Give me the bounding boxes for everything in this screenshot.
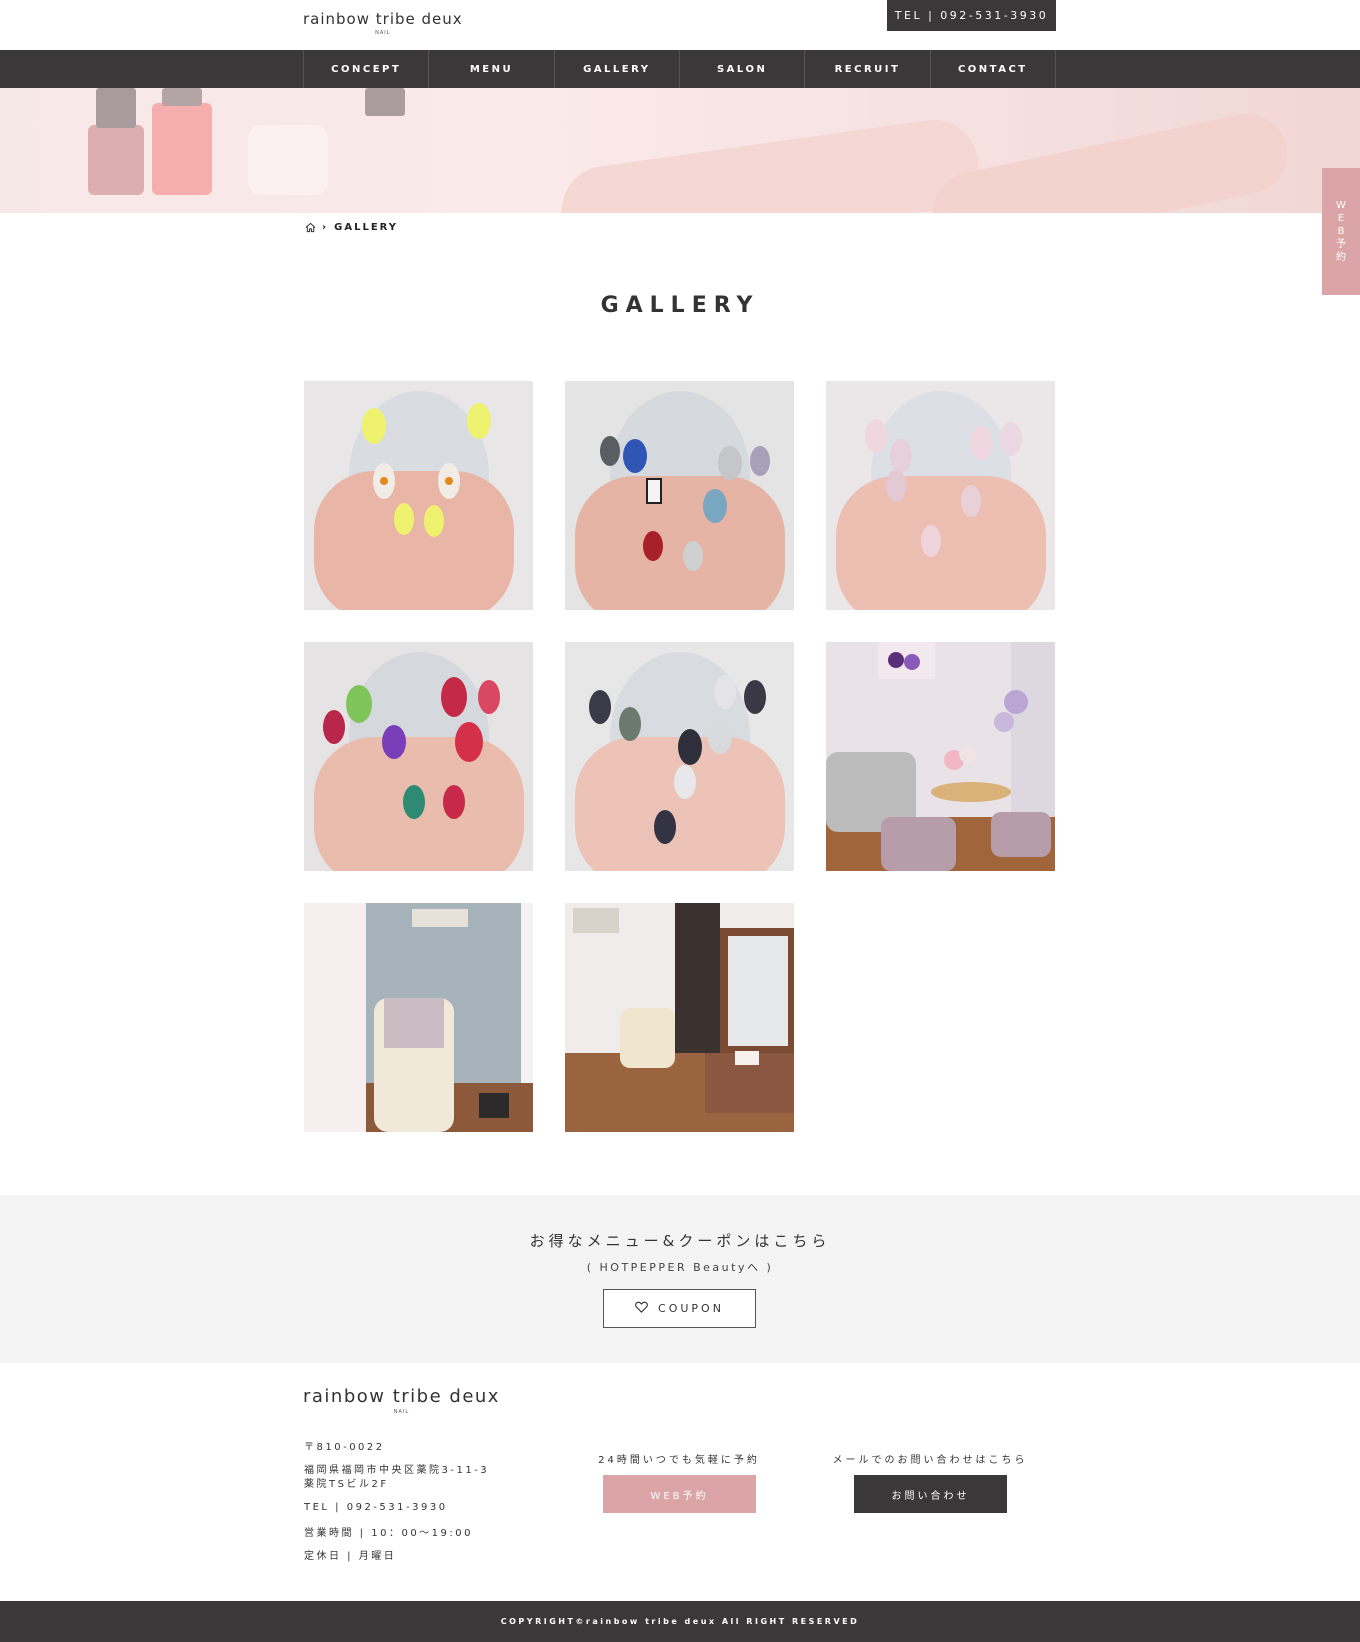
- footer-tel: TEL | 092-531-3930: [304, 1502, 448, 1513]
- main-nav: CONCEPT MENU GALLERY SALON RECRUIT CONTA…: [0, 50, 1360, 88]
- footer-contact-button[interactable]: お問い合わせ: [854, 1475, 1007, 1513]
- breadcrumb: › GALLERY: [305, 222, 398, 233]
- home-icon[interactable]: [305, 222, 316, 233]
- nav-item-concept[interactable]: CONCEPT: [304, 50, 430, 88]
- gallery-image-salon-vanity[interactable]: [565, 903, 794, 1132]
- gallery-image-nails-blue-stone[interactable]: [565, 381, 794, 610]
- footer-logo-name: rainbow tribe deux: [303, 1386, 500, 1407]
- coupon-button-label: COUPON: [658, 1302, 724, 1315]
- footer-address-line2: 薬院TSビル2F: [304, 1479, 389, 1490]
- coupon-section: [0, 1195, 1360, 1363]
- logo-name: rainbow tribe deux: [303, 10, 463, 28]
- nav-item-gallery[interactable]: GALLERY: [555, 50, 680, 88]
- hero-banner: [0, 88, 1360, 213]
- breadcrumb-current: GALLERY: [334, 222, 399, 233]
- gallery-image-nails-yellow-flower[interactable]: [304, 381, 533, 610]
- hero-overlay: [0, 88, 1360, 213]
- side-tab-char: W: [1336, 200, 1346, 211]
- nav-item-salon[interactable]: SALON: [680, 50, 806, 88]
- nav-item-menu[interactable]: MENU: [429, 50, 555, 88]
- page-title: GALLERY: [600, 293, 760, 318]
- gallery-image-nails-red-green[interactable]: [304, 642, 533, 871]
- nav-item-recruit[interactable]: RECRUIT: [805, 50, 931, 88]
- side-web-reserve-tab[interactable]: W E B 予 約: [1322, 168, 1360, 295]
- site-header: rainbow tribe deux NAIL TEL | 092-531-39…: [0, 0, 1360, 50]
- gallery-image-salon-lounge[interactable]: [826, 642, 1055, 871]
- gallery-image-nails-pink-sheer[interactable]: [826, 381, 1055, 610]
- coupon-title: お得なメニュー&クーポンはこちら: [529, 1232, 831, 1250]
- site-logo[interactable]: rainbow tribe deux NAIL: [303, 10, 463, 36]
- copyright-bar: COPYRIGHT©rainbow tribe deux All RIGHT R…: [0, 1601, 1360, 1642]
- side-tab-char: E: [1337, 213, 1345, 224]
- footer-mail-label: メールでのお問い合わせはこちら: [832, 1455, 1028, 1466]
- footer-logo-sub: NAIL: [393, 1409, 410, 1415]
- side-tab-char: B: [1337, 226, 1345, 237]
- header-tel-button[interactable]: TEL | 092-531-3930: [887, 0, 1056, 31]
- side-tab-char: 約: [1336, 252, 1346, 263]
- coupon-button[interactable]: COUPON: [603, 1289, 756, 1328]
- footer-address-line1: 福岡県福岡市中央区薬院3-11-3: [304, 1465, 490, 1476]
- logo-sub: NAIL: [375, 30, 391, 36]
- footer-web-reserve-button[interactable]: WEB予約: [603, 1475, 756, 1513]
- breadcrumb-separator-icon: ›: [322, 222, 329, 233]
- nav-item-contact[interactable]: CONTACT: [931, 50, 1056, 88]
- coupon-subtitle: ( HOTPEPPER Beautyへ ): [586, 1261, 774, 1274]
- gallery-image-salon-chair[interactable]: [304, 903, 533, 1132]
- footer-postal: 〒810-0022: [304, 1442, 385, 1453]
- heart-icon: [635, 1301, 648, 1316]
- gallery-image-nails-black-glitter[interactable]: [565, 642, 794, 871]
- footer-logo[interactable]: rainbow tribe deux NAIL: [303, 1386, 500, 1415]
- footer-hours: 営業時間 | 10：00〜19:00: [304, 1528, 473, 1539]
- footer-closed: 定休日 | 月曜日: [304, 1551, 397, 1562]
- side-tab-char: 予: [1336, 239, 1346, 250]
